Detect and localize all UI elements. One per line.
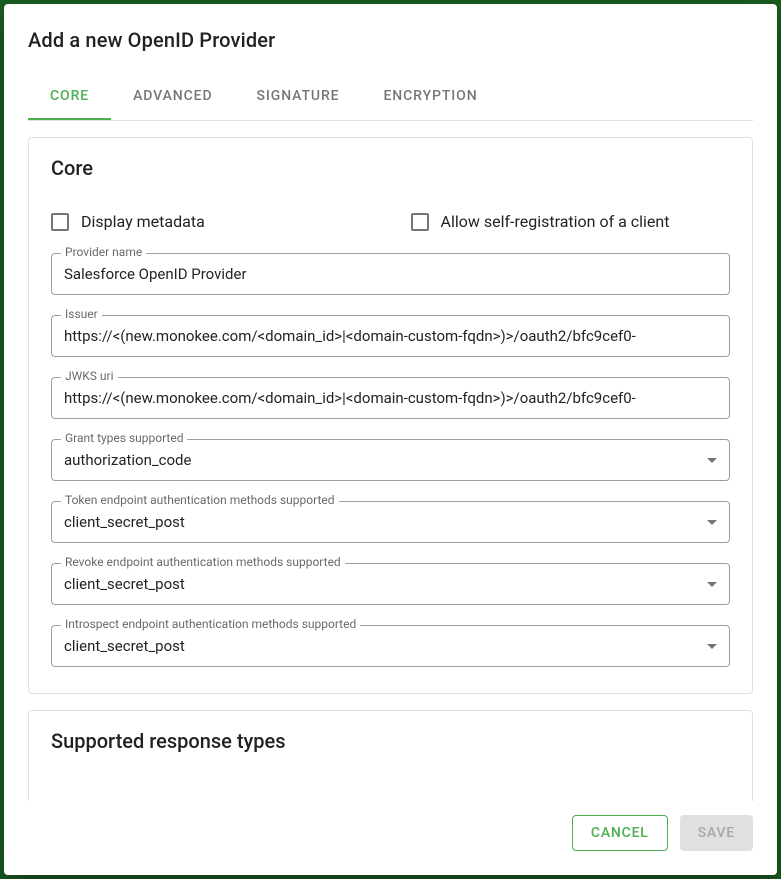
field-label: Revoke endpoint authentication methods s… bbox=[61, 556, 345, 568]
caret-down-icon bbox=[707, 644, 717, 649]
display-metadata-label: Display metadata bbox=[81, 212, 205, 231]
jwks-uri-input[interactable] bbox=[51, 377, 730, 419]
provider-name-input[interactable] bbox=[51, 253, 730, 295]
caret-down-icon bbox=[707, 520, 717, 525]
issuer-input[interactable] bbox=[51, 315, 730, 357]
select-value: client_secret_post bbox=[64, 575, 185, 593]
allow-self-registration-checkbox[interactable]: Allow self-registration of a client bbox=[411, 212, 731, 231]
select-value: authorization_code bbox=[64, 451, 191, 469]
field-label: Introspect endpoint authentication metho… bbox=[61, 618, 360, 630]
supported-response-types-title: Supported response types bbox=[51, 729, 730, 753]
tab-core[interactable]: Core bbox=[28, 74, 111, 120]
dialog: Add a new OpenID Provider Core Advanced … bbox=[4, 4, 777, 875]
provider-name-field: Provider name bbox=[51, 253, 730, 295]
checkbox-icon bbox=[51, 213, 69, 231]
field-label: Grant types supported bbox=[61, 432, 187, 444]
tab-advanced[interactable]: Advanced bbox=[111, 74, 234, 120]
issuer-field: Issuer bbox=[51, 315, 730, 357]
checkbox-icon bbox=[411, 213, 429, 231]
caret-down-icon bbox=[707, 458, 717, 463]
allow-self-registration-label: Allow self-registration of a client bbox=[441, 212, 670, 231]
revoke-endpoint-auth-field: Revoke endpoint authentication methods s… bbox=[51, 563, 730, 605]
core-card: Core Display metadata Allow self-registr… bbox=[28, 137, 753, 694]
jwks-uri-field: JWKS uri bbox=[51, 377, 730, 419]
field-label: JWKS uri bbox=[61, 370, 118, 382]
introspect-endpoint-auth-select[interactable]: client_secret_post bbox=[51, 625, 730, 667]
caret-down-icon bbox=[707, 582, 717, 587]
tab-bar: Core Advanced Signature Encryption bbox=[28, 74, 753, 121]
select-value: client_secret_post bbox=[64, 637, 185, 655]
field-label: Token endpoint authentication methods su… bbox=[61, 494, 339, 506]
dialog-actions: Cancel Save bbox=[4, 801, 777, 875]
save-button[interactable]: Save bbox=[680, 815, 753, 851]
core-card-title: Core bbox=[51, 156, 730, 180]
revoke-endpoint-auth-select[interactable]: client_secret_post bbox=[51, 563, 730, 605]
dialog-header: Add a new OpenID Provider bbox=[4, 4, 777, 68]
field-label: Provider name bbox=[61, 246, 146, 258]
dialog-title: Add a new OpenID Provider bbox=[28, 28, 753, 52]
token-endpoint-auth-select[interactable]: client_secret_post bbox=[51, 501, 730, 543]
supported-response-types-card: Supported response types bbox=[28, 710, 753, 801]
token-endpoint-auth-field: Token endpoint authentication methods su… bbox=[51, 501, 730, 543]
grant-types-select[interactable]: authorization_code bbox=[51, 439, 730, 481]
tab-signature[interactable]: Signature bbox=[235, 74, 362, 120]
display-metadata-checkbox[interactable]: Display metadata bbox=[51, 212, 371, 231]
core-checkbox-row: Display metadata Allow self-registration… bbox=[51, 212, 730, 231]
grant-types-field: Grant types supported authorization_code bbox=[51, 439, 730, 481]
dialog-content-scroll[interactable]: Core Advanced Signature Encryption Core … bbox=[4, 68, 777, 801]
field-label: Issuer bbox=[61, 308, 102, 320]
introspect-endpoint-auth-field: Introspect endpoint authentication metho… bbox=[51, 625, 730, 667]
tab-encryption[interactable]: Encryption bbox=[362, 74, 500, 120]
select-value: client_secret_post bbox=[64, 513, 185, 531]
cancel-button[interactable]: Cancel bbox=[572, 815, 668, 851]
